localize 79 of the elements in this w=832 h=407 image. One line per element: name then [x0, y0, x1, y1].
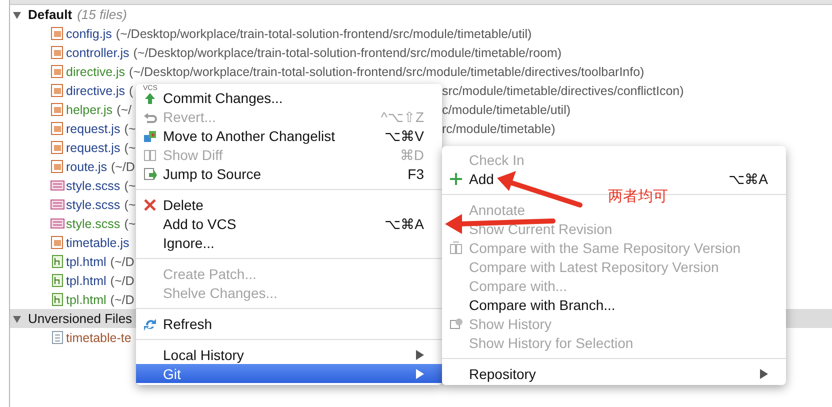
menu-item[interactable]: Compare with Branch... [442, 295, 786, 314]
file-path: (~/D [110, 274, 134, 288]
file-path: ( [129, 84, 134, 98]
jump-icon [142, 166, 156, 180]
script-file-icon [50, 102, 65, 117]
changelist-icon [142, 128, 156, 142]
group-title: Unversioned Files [28, 311, 132, 326]
script-file-icon [50, 45, 65, 60]
file-name: style.scss [66, 178, 120, 192]
stylesheet-file-icon [50, 197, 65, 212]
script-file-icon [50, 26, 65, 41]
file-path: rc/module/timetable) [442, 122, 556, 136]
menu-item[interactable]: Repository [442, 364, 786, 383]
file-path: src/module/timetable/directives/conflictIcon) [442, 84, 684, 98]
script-file-icon [50, 64, 65, 79]
file-name: tpl.html [66, 254, 106, 268]
script-file-icon [50, 83, 65, 98]
text-file-icon [50, 330, 65, 345]
file-name: request.js [66, 140, 120, 154]
shortcut: ⌥⌘A [728, 170, 768, 186]
group-title: Default [28, 7, 72, 22]
file-name: directive.js [66, 84, 126, 98]
stylesheet-file-icon [50, 178, 65, 193]
file-name: controller.js [66, 46, 130, 60]
file-path: (~/D [111, 160, 135, 174]
menu-item[interactable]: Jump to Source F3 [136, 164, 442, 183]
shortcut: ⌥⌘A [384, 216, 424, 232]
file-path: (~ [124, 140, 136, 154]
file-name: route.js [66, 160, 107, 174]
menu-item[interactable]: Move to Another Changelist ⌥⌘V [136, 126, 442, 145]
file-path: (~ [124, 178, 136, 192]
script-file-icon [50, 121, 65, 136]
file-name: timetable-te [66, 330, 132, 344]
menu-item[interactable]: Git [136, 364, 442, 383]
file-name: tpl.html [66, 292, 106, 306]
file-name: timetable.js [66, 236, 130, 250]
file-name: request.js [66, 122, 120, 136]
file-name: tpl.html [66, 274, 106, 288]
file-path: (~/Desktop/workplace/train-total-solution-frontend/src/module/timetable/directives/toolbarInfo) [129, 64, 644, 78]
menu-item[interactable]: Ignore... [136, 233, 442, 252]
history-icon [448, 316, 462, 330]
file-name: helper.js [66, 102, 113, 116]
file-path: c/module/timetable/util) [442, 102, 571, 116]
file-path: (~ [124, 122, 136, 136]
file-path: (~ [124, 216, 136, 230]
shortcut: ⌥⌘V [384, 128, 424, 144]
close-icon [142, 198, 156, 212]
menu-item[interactable]: Refresh [136, 314, 442, 333]
stylesheet-file-icon [50, 216, 65, 231]
file-path: (~/D [110, 292, 134, 306]
menu-item[interactable]: Add to VCS ⌥⌘A [136, 214, 442, 233]
script-file-icon [50, 140, 65, 155]
annotation-note: 两者均可 [608, 187, 668, 206]
file-path: (~/ [116, 102, 132, 116]
refresh-icon [142, 316, 156, 330]
up-arrow-icon [142, 90, 156, 104]
diff-icon [142, 148, 156, 162]
file-name: style.scss [66, 198, 120, 212]
file-path: (~/Desktop/workplace/train-total-solution-frontend/src/module/timetable/room) [133, 46, 562, 60]
diff-icon [448, 240, 462, 254]
file-path: (~/D [110, 254, 134, 268]
file-path: (~/Desktop/workplace/train-total-solution-frontend/src/module/timetable/util) [116, 26, 532, 40]
plus-icon [448, 172, 462, 186]
script-file-icon [50, 159, 65, 174]
menu-item[interactable]: Add ⌥⌘A [442, 169, 786, 188]
shortcut: F3 [408, 166, 424, 182]
file-name: style.scss [66, 216, 120, 230]
html-file-icon [50, 254, 65, 269]
menu-item[interactable]: Delete [136, 195, 442, 214]
html-file-icon [50, 273, 65, 288]
shortcut: ^⌥⇧Z [380, 108, 424, 124]
file-name: directive.js [66, 64, 126, 78]
file-path: (~ [124, 198, 136, 212]
html-file-icon [50, 292, 65, 307]
script-file-icon [50, 235, 65, 250]
menu-item[interactable]: Local History [136, 345, 442, 364]
file-count: (15 files) [77, 7, 127, 22]
file-name: config.js [66, 26, 112, 40]
shortcut: ⌘D [400, 146, 424, 162]
